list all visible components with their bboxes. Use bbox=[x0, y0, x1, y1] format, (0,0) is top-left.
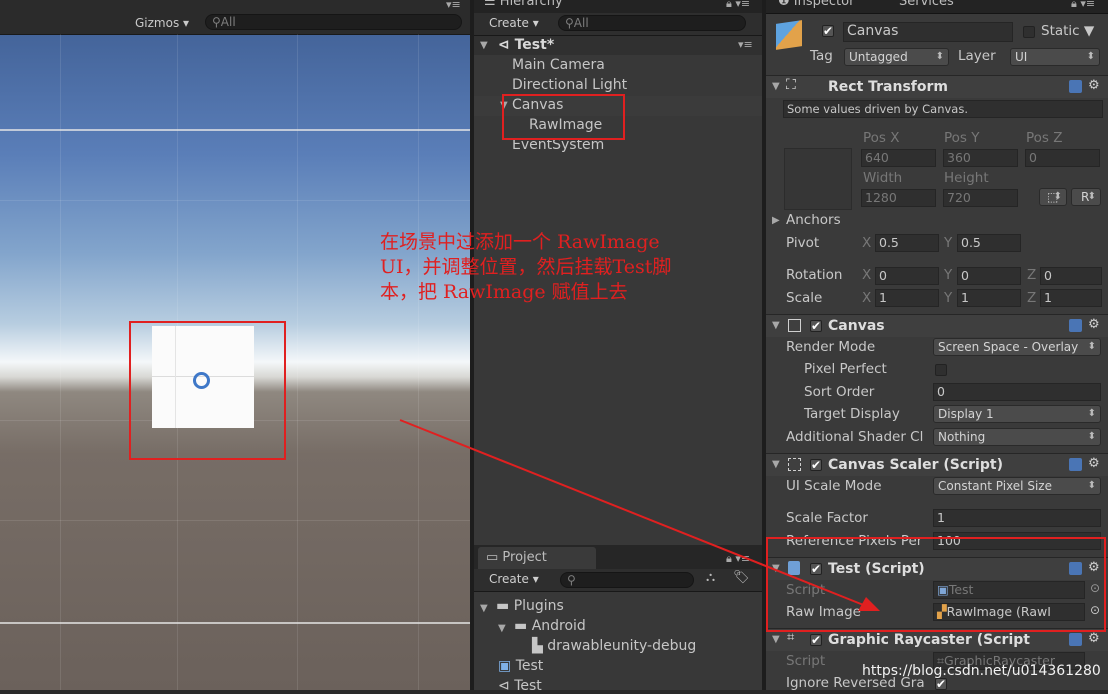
annotation-arrow bbox=[399, 419, 880, 611]
watermark-text: https://blog.csdn.net/u014361280 bbox=[862, 663, 1101, 679]
annotation-arrow-line bbox=[399, 419, 867, 607]
